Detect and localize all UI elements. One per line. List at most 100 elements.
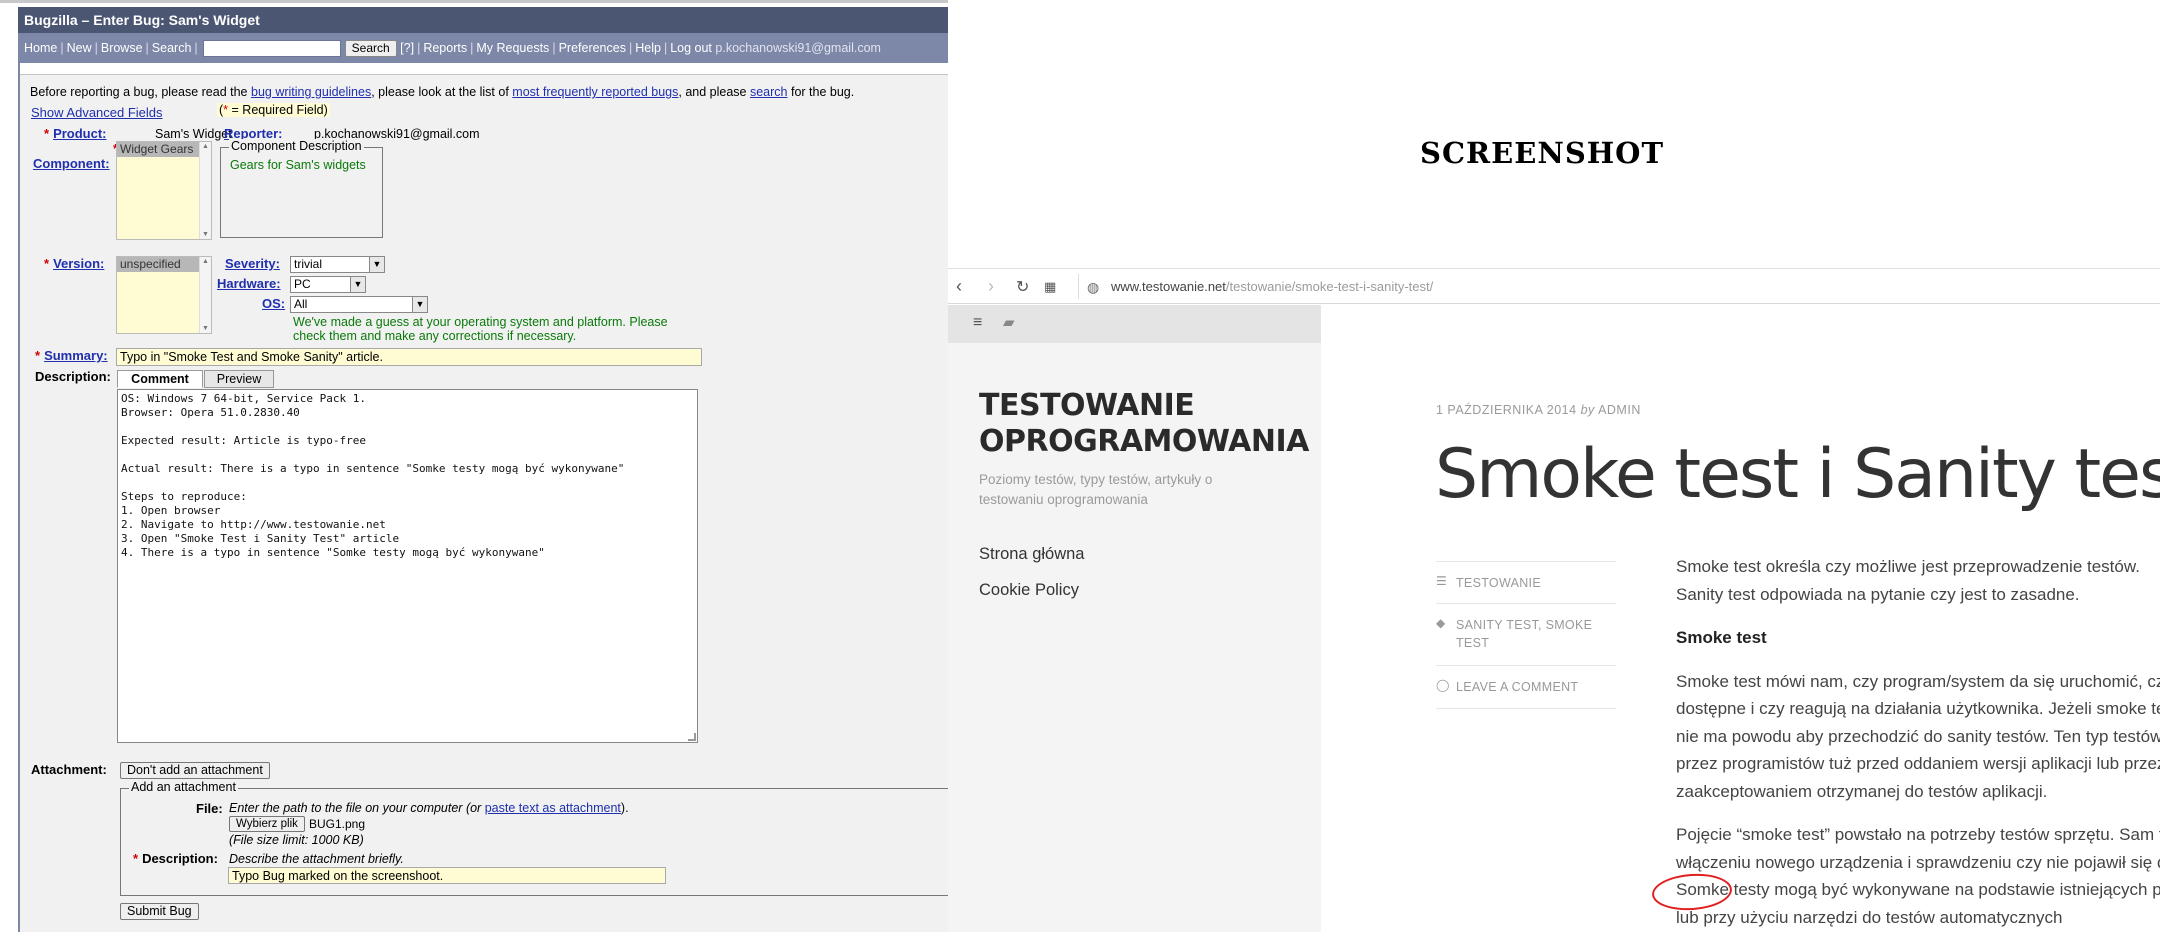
bug-writing-guidelines-link[interactable]: bug writing guidelines — [251, 85, 371, 99]
paragraph-line: Pojęcie “smoke test” powstało na potrzeb… — [1676, 825, 2160, 844]
severity-label: Severity: — [225, 256, 280, 271]
attachment-description-input[interactable]: Typo Bug marked on the screenshoot. — [228, 867, 666, 884]
nav-reports[interactable]: Reports — [423, 41, 467, 55]
paragraph-line: Sanity test odpowiada na pytanie czy jes… — [1676, 584, 2080, 604]
tab-preview[interactable]: Preview — [204, 370, 274, 388]
version-option-selected[interactable]: unspecified — [117, 257, 211, 272]
hardware-select[interactable]: PC ▼ — [290, 276, 366, 293]
version-scrollbar[interactable] — [199, 257, 211, 333]
description-line: Expected result: Article is typo-free — [121, 434, 367, 447]
component-description-legend: Component Description — [229, 139, 364, 153]
product-label: * Product: — [44, 126, 107, 141]
dont-add-attachment-button[interactable]: Don't add an attachment — [120, 762, 270, 779]
list-icon: ☰ — [1436, 574, 1448, 588]
product-value: Sam's Widget — [155, 127, 232, 141]
paragraph-line: Smoke test mówi nam, czy program/system … — [1676, 671, 2160, 691]
paragraph-line: zaakceptowaniem otrzymanej do testów apl… — [1676, 781, 2048, 801]
url-path: /testowanie/smoke-test-i-sanity-test/ — [1225, 279, 1434, 294]
comment-icon: ◯ — [1436, 678, 1450, 692]
address-bar[interactable]: ◍ www.testowanie.net/testowanie/smoke-te… — [1078, 274, 2160, 299]
post-title: Smoke test i Sanity test — [1435, 435, 2160, 514]
description-line — [121, 448, 694, 462]
show-advanced-fields-link[interactable]: Show Advanced Fields — [31, 105, 163, 120]
file-size-limit: (File size limit: 1000 KB) — [229, 833, 364, 847]
menu-item-home[interactable]: Strona główna — [979, 545, 1085, 564]
sidebar-toolbar: ≡ ▰ — [948, 305, 1321, 343]
speed-dial-icon[interactable]: ▦ — [1044, 279, 1056, 295]
description-line: Steps to reproduce: — [121, 490, 247, 503]
description-textarea[interactable]: OS: Windows 7 64-bit, Service Pack 1. Br… — [117, 389, 698, 743]
chevron-down-icon: ▼ — [412, 297, 427, 312]
nav-logout[interactable]: Log out — [670, 41, 712, 55]
tag-icon: ◆ — [1436, 616, 1446, 630]
typo-line: Somke testy mogą być wykonywane na podst… — [1676, 880, 2160, 899]
version-label: * Version: — [44, 256, 105, 271]
description-line: 1. Open browser — [121, 504, 221, 517]
paragraph-line: lub przy użyciu narzędzi do testów autom… — [1676, 907, 2063, 927]
screenshot-heading: SCREENSHOT — [1420, 136, 1665, 170]
url-domain: www.testowanie.net — [1111, 279, 1226, 294]
nav-preferences[interactable]: Preferences — [559, 41, 626, 55]
description-line: 2. Navigate to http://www.testowanie.net — [121, 518, 386, 531]
version-select[interactable]: unspecified — [116, 256, 212, 334]
attachment-description-label: * Description: — [133, 851, 218, 866]
search-link[interactable]: search — [750, 85, 788, 99]
summary-label: * Summary: — [35, 348, 108, 363]
description-line: 4. There is a typo in sentence "Somke te… — [121, 546, 545, 559]
back-icon[interactable]: ‹ — [956, 276, 962, 297]
quicksearch-help-link[interactable]: [?] — [400, 41, 414, 55]
nav-new[interactable]: New — [67, 41, 92, 55]
post-body: Smoke test określa czy możliwe jest prze… — [1676, 553, 2160, 931]
chevron-down-icon: ▼ — [369, 257, 384, 272]
quicksearch-input[interactable] — [202, 40, 341, 58]
reload-icon[interactable]: ↻ — [1016, 277, 1029, 297]
site-description: Poziomy testów, typy testów, artykuły o … — [979, 472, 1213, 507]
component-select[interactable]: Widget Gears — [116, 141, 212, 240]
component-description-box: Component Description Gears for Sam's wi… — [220, 139, 383, 238]
description-line — [121, 420, 694, 434]
nav-help[interactable]: Help — [635, 41, 661, 55]
quicksearch-button[interactable]: Search — [344, 40, 397, 58]
post-comments: ◯ LEAVE A COMMENT — [1436, 665, 1616, 709]
bugzilla-window: Bugzilla – Enter Bug: Sam's Widget Home |… — [0, 0, 948, 932]
post-date: 1 PAŹDZIERNIKA 2014 — [1436, 403, 1577, 417]
file-hint: Enter the path to the file on your compu… — [229, 801, 629, 815]
required-note: (* = Required Field) — [217, 103, 330, 117]
add-attachment-legend: Add an attachment — [129, 780, 238, 794]
os-select[interactable]: All ▼ — [290, 296, 428, 313]
tab-comment[interactable]: Comment — [117, 370, 203, 388]
resize-grip-icon[interactable] — [688, 733, 696, 741]
paragraph-line: włączeniu nowego urządzenia i sprawdzeni… — [1676, 852, 2160, 872]
nav-search[interactable]: Search — [152, 41, 192, 55]
os-guess-note-line2: check them and make any corrections if n… — [293, 329, 577, 343]
section-heading: Smoke test — [1676, 628, 1767, 647]
site-title[interactable]: TESTOWANIE OPROGRAMOWANIA — [979, 388, 1309, 460]
os-guess-note-line1: We've made a guess at your operating sys… — [293, 315, 668, 329]
bugzilla-nav-bar: Home | New | Browse | Search | Search [?] | Report… — [18, 33, 948, 63]
component-label: Component: — [33, 156, 110, 171]
menu-item-cookie-policy[interactable]: Cookie Policy — [979, 581, 1079, 600]
submit-bug-button[interactable]: Submit Bug — [120, 903, 199, 920]
component-option-selected[interactable]: Widget Gears — [117, 142, 211, 157]
user-email: p.kochanowski91@gmail.com — [715, 41, 881, 55]
top-border — [0, 0, 948, 3]
paragraph-line: nie ma powodu aby przechodzić do sanity … — [1676, 726, 2160, 746]
summary-input[interactable]: Typo in "Smoke Test and Smoke Sanity" ar… — [116, 348, 702, 366]
paragraph-line: przez programistów tuż przed oddaniem we… — [1676, 754, 2160, 773]
nav-home[interactable]: Home — [24, 41, 57, 55]
forward-icon[interactable]: › — [988, 276, 994, 297]
nav-my-requests[interactable]: My Requests — [476, 41, 549, 55]
hardware-label: Hardware: — [217, 276, 281, 291]
post-meta: 1 PAŹDZIERNIKA 2014 by ADMIN — [1436, 403, 1641, 417]
post-author[interactable]: ADMIN — [1598, 403, 1641, 417]
severity-select[interactable]: trivial ▼ — [290, 256, 385, 273]
description-line — [121, 476, 694, 490]
component-scrollbar[interactable] — [199, 142, 211, 239]
frequent-bugs-link[interactable]: most frequently reported bugs — [512, 85, 678, 99]
choose-file-button[interactable]: Wybierz plik — [229, 816, 305, 832]
nav-browse[interactable]: Browse — [101, 41, 143, 55]
menu-icon[interactable]: ≡ — [973, 314, 982, 332]
component-description-text: Gears for Sam's widgets — [230, 158, 366, 172]
paste-text-link[interactable]: paste text as attachment — [485, 801, 621, 815]
folder-icon[interactable]: ▰ — [1003, 313, 1015, 331]
